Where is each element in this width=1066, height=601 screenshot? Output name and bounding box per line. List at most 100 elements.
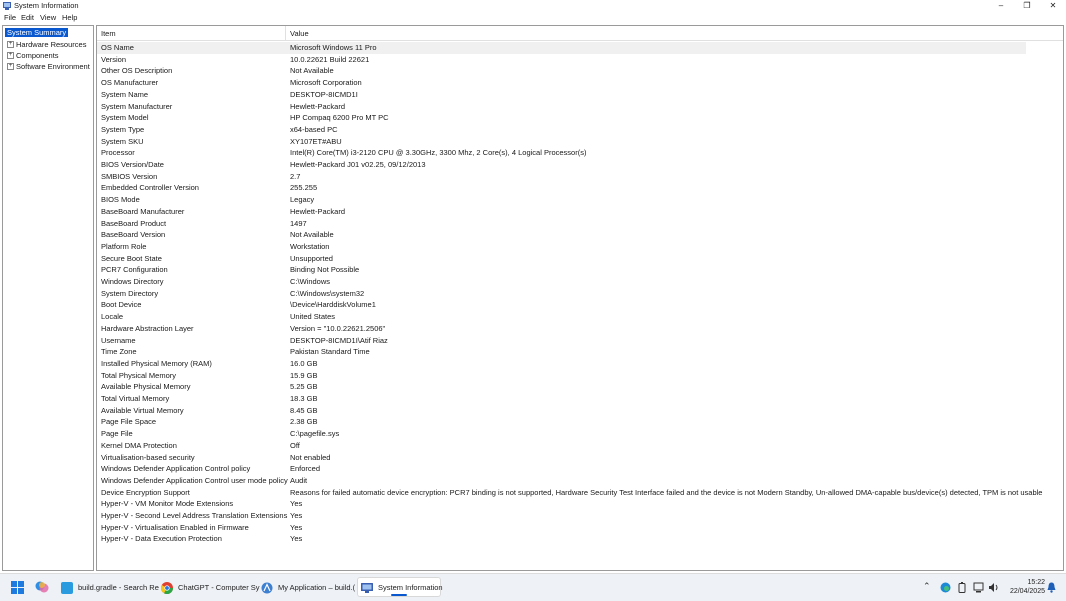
cell-value: 10.0.22621 Build 22621 [290, 54, 370, 64]
expand-icon[interactable]: + [7, 63, 14, 70]
minimize-button[interactable]: – [988, 0, 1014, 12]
table-row[interactable]: System Type x64-based PC [97, 124, 1063, 136]
tree-item-software-environment[interactable]: Software Environment [16, 62, 90, 71]
title-bar: System Information – ❐ ✕ [0, 0, 1066, 12]
table-row[interactable]: Locale United States [97, 311, 1063, 323]
menu-file[interactable]: File [4, 13, 16, 23]
table-row[interactable]: Total Physical Memory 15.9 GB [97, 370, 1063, 382]
taskbar-app-chatgpt[interactable]: ChatGPT - Computer Sy [157, 577, 260, 597]
column-divider[interactable] [285, 26, 286, 40]
cell-value: Not enabled [290, 452, 331, 462]
menu-bar: File Edit View Help [0, 12, 1066, 24]
taskbar-app-my-application[interactable]: My Application – build.( [257, 577, 355, 597]
table-row[interactable]: BaseBoard Product 1497 [97, 218, 1063, 230]
menu-help[interactable]: Help [62, 13, 77, 23]
table-row[interactable]: Hardware Abstraction Layer Version = "10.… [97, 323, 1063, 335]
table-row[interactable]: Processor Intel(R) Core(TM) i3-2120 CPU @… [97, 147, 1063, 159]
table-row[interactable]: Kernel DMA Protection Off [97, 440, 1063, 452]
table-row[interactable]: Hyper-V - Virtualisation Enabled in Firm… [97, 522, 1063, 534]
table-row[interactable]: System SKU XY107ET#ABU [97, 136, 1063, 148]
table-row[interactable]: Hyper-V - Second Level Address Translati… [97, 510, 1063, 522]
expand-icon[interactable]: + [7, 52, 14, 59]
table-row[interactable]: BaseBoard Version Not Available [97, 229, 1063, 241]
cell-item: Processor [101, 148, 135, 158]
table-row[interactable]: Windows Defender Application Control use… [97, 475, 1063, 487]
table-row[interactable]: OS Name Microsoft Windows 11 Pro [97, 42, 1026, 54]
taskbar-clock[interactable]: 15:22 22/04/2025 [1003, 578, 1045, 596]
cell-value: Off [290, 440, 300, 450]
table-row[interactable]: Boot Device \Device\HarddiskVolume1 [97, 299, 1063, 311]
cell-value: Not Available [290, 230, 334, 240]
cell-value: 2.38 GB [290, 417, 318, 427]
tree-item-hardware-resources[interactable]: Hardware Resources [16, 40, 86, 49]
column-header-value[interactable]: Value [290, 29, 309, 38]
table-row[interactable]: SMBIOS Version 2.7 [97, 171, 1063, 183]
table-row[interactable]: OS Manufacturer Microsoft Corporation [97, 77, 1063, 89]
windows-start-icon[interactable] [11, 581, 24, 594]
table-row[interactable]: Username DESKTOP-8ICMD1I\Atif Riaz [97, 335, 1063, 347]
cell-item: Boot Device [101, 300, 142, 310]
cell-item: Virtualisation-based security [101, 452, 195, 462]
cell-value: C:\Windows [290, 277, 331, 286]
cell-item: Hardware Abstraction Layer [101, 323, 194, 333]
copilot-icon[interactable] [35, 580, 49, 594]
notification-bell-icon[interactable] [1047, 582, 1056, 593]
table-row[interactable]: Available Virtual Memory 8.45 GB [97, 405, 1063, 417]
table-row[interactable]: Time Zone Pakistan Standard Time [97, 346, 1063, 358]
table-row[interactable]: BIOS Version/Date Hewlett-Packard J01 v02… [97, 159, 1063, 171]
taskbar-app-build-gradle[interactable]: build.gradle - Search Re [57, 577, 159, 597]
table-row[interactable]: Windows Defender Application Control pol… [97, 463, 1063, 475]
close-button[interactable]: ✕ [1040, 0, 1066, 12]
cell-value: Audit [290, 475, 308, 485]
table-row[interactable]: Total Virtual Memory 18.3 GB [97, 393, 1063, 405]
menu-view[interactable]: View [40, 13, 56, 23]
tree-item-components[interactable]: Components [16, 51, 59, 60]
table-row[interactable]: Page File C:\pagefile.sys [97, 428, 1063, 440]
column-header-item[interactable]: Item [101, 29, 116, 38]
edge-icon[interactable] [940, 582, 951, 593]
table-row[interactable]: Secure Boot State Unsupported [97, 253, 1063, 265]
cell-value: Enforced [290, 464, 321, 474]
window-title: System Information [14, 1, 79, 10]
table-row[interactable]: Other OS Description Not Available [97, 65, 1063, 77]
system-info-icon [3, 2, 11, 10]
table-row[interactable]: System Model HP Compaq 6200 Pro MT PC [97, 112, 1063, 124]
table-row[interactable]: System Name DESKTOP-8ICMD1I [97, 89, 1063, 101]
menu-edit[interactable]: Edit [21, 13, 34, 23]
cell-value: Reasons for failed automatic device encr… [290, 487, 1043, 497]
table-row[interactable]: Virtualisation-based security Not enabled [97, 452, 1063, 464]
taskbar-app-system-information[interactable]: System Information [357, 577, 443, 597]
table-row[interactable]: Available Physical Memory 5.25 GB [97, 381, 1063, 393]
cell-item: Hyper-V - Data Execution Protection [101, 534, 222, 544]
cell-value: Hewlett-Packard [290, 101, 346, 111]
cell-value: 18.3 GB [290, 394, 318, 403]
cell-value: Hewlett-Packard [290, 206, 346, 216]
network-icon[interactable] [973, 582, 984, 593]
table-row[interactable]: Embedded Controller Version 255.255 [97, 182, 1063, 194]
table-row[interactable]: Hyper-V - VM Monitor Mode Extensions Yes [97, 498, 1063, 510]
table-row[interactable]: Installed Physical Memory (RAM) 16.0 GB [97, 358, 1063, 370]
cell-value: Legacy [290, 195, 315, 205]
volume-icon[interactable] [988, 582, 1000, 593]
table-row[interactable]: Hyper-V - Data Execution Protection Yes [97, 533, 1063, 545]
table-row[interactable]: BaseBoard Manufacturer Hewlett-Packard [97, 206, 1063, 218]
table-row[interactable]: PCR7 Configuration Binding Not Possible [97, 264, 1063, 276]
chevron-up-icon[interactable]: ⌃ [923, 580, 931, 592]
table-row[interactable]: System Manufacturer Hewlett-Packard [97, 101, 1063, 113]
battery-icon[interactable] [957, 582, 967, 593]
table-row[interactable]: Windows Directory C:\Windows [97, 276, 1063, 288]
cell-value: Microsoft Windows 11 Pro [290, 43, 377, 52]
cell-item: SMBIOS Version [101, 171, 158, 181]
cell-item: BaseBoard Version [101, 230, 166, 240]
cell-value: x64-based PC [290, 124, 338, 134]
cell-item: OS Manufacturer [101, 78, 159, 88]
table-row[interactable]: System Directory C:\Windows\system32 [97, 288, 1063, 300]
table-row[interactable]: Version 10.0.22621 Build 22621 [97, 54, 1063, 66]
maximize-button[interactable]: ❐ [1014, 0, 1040, 12]
table-row[interactable]: Device Encryption Support Reasons for fai… [97, 487, 1063, 499]
table-row[interactable]: Platform Role Workstation [97, 241, 1063, 253]
table-row[interactable]: BIOS Mode Legacy [97, 194, 1063, 206]
expand-icon[interactable]: + [7, 41, 14, 48]
tree-item-system-summary[interactable]: System Summary [5, 28, 69, 37]
table-row[interactable]: Page File Space 2.38 GB [97, 416, 1063, 428]
